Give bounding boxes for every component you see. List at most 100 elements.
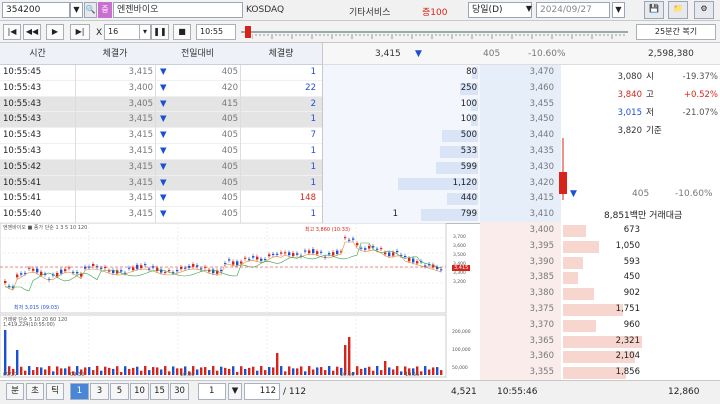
bid-qty[interactable]: 1,050 — [600, 239, 640, 255]
gear-icon[interactable]: ⚙ — [694, 1, 714, 19]
volume-bar — [168, 371, 171, 375]
ask-price[interactable]: 3,455 — [482, 97, 554, 113]
tick-change: 420 — [221, 82, 238, 93]
bid-qty[interactable]: 450 — [600, 270, 640, 286]
tab-second[interactable]: 초 — [26, 383, 44, 400]
table-row[interactable]: 10:55:45 3,415 ▼ 405 1 — [0, 65, 322, 81]
bid-price[interactable]: 3,375 — [482, 302, 554, 318]
price-candle — [252, 256, 255, 258]
folder-icon[interactable]: 📁 — [668, 1, 688, 19]
interval-15-button[interactable]: 15 — [150, 383, 169, 400]
table-row[interactable]: 10:55:41 3,415 ▼ 405 148 — [0, 191, 322, 208]
forward-icon[interactable]: ▶ — [46, 24, 64, 40]
interval-3-button[interactable]: 3 — [90, 383, 109, 400]
ask-qty[interactable]: 533 — [420, 144, 477, 160]
ask-price[interactable]: 3,440 — [482, 128, 554, 144]
price-candle — [336, 250, 339, 254]
table-row[interactable]: 10:55:41 3,415 ▼ 405 1 — [0, 175, 322, 192]
bid-qty[interactable]: 673 — [600, 223, 640, 239]
price-chart[interactable] — [0, 223, 480, 380]
ask-qty[interactable]: 80 — [420, 65, 477, 81]
tab-tick[interactable]: 틱 — [46, 383, 64, 400]
bid-qty[interactable]: 2,321 — [600, 334, 640, 350]
ask-qty[interactable]: 100 — [420, 97, 477, 113]
bid-price[interactable]: 3,365 — [482, 334, 554, 350]
stock-name: 엔젠바이오 — [113, 2, 243, 18]
bid-qty[interactable]: 902 — [600, 286, 640, 302]
pause-icon[interactable]: ❚❚ — [151, 24, 169, 40]
ask-qty[interactable]: 599 — [420, 160, 477, 176]
table-row[interactable]: 10:55:42 3,415 ▼ 405 1 — [0, 159, 322, 176]
price-candle — [60, 269, 63, 274]
time-input[interactable]: 10:55 — [196, 24, 236, 40]
bid-price[interactable]: 3,370 — [482, 318, 554, 334]
ask-price[interactable]: 3,420 — [482, 176, 554, 192]
table-row[interactable]: 10:55:43 3,415 ▼ 405 1 — [0, 144, 322, 160]
ask-qty[interactable]: 440 — [420, 191, 477, 207]
multiplier-dropdown-icon[interactable]: ▾ — [140, 24, 151, 40]
price-candle — [236, 261, 239, 266]
multiplier-select[interactable]: 16 — [104, 24, 140, 40]
interval-5-button[interactable]: 5 — [110, 383, 129, 400]
interval-10-button[interactable]: 10 — [130, 383, 149, 400]
ask-price[interactable]: 3,470 — [482, 65, 554, 81]
timeline-handle[interactable] — [245, 26, 251, 38]
ask-qty[interactable]: 500 — [420, 128, 477, 144]
table-row[interactable]: 10:55:43 3,415 ▼ 405 7 — [0, 128, 322, 145]
bid-qty[interactable]: 1,856 — [600, 365, 640, 381]
bid-qty[interactable]: 960 — [600, 318, 640, 334]
bid-price[interactable]: 3,395 — [482, 239, 554, 255]
interval-dropdown-icon[interactable]: ▼ — [228, 383, 242, 400]
ask-price[interactable]: 3,410 — [482, 207, 554, 223]
interval-input[interactable]: 1 — [198, 383, 226, 400]
bid-price[interactable]: 3,355 — [482, 365, 554, 381]
price-tick-label: 3,500 — [453, 253, 466, 258]
tick-change: 415 — [221, 98, 238, 109]
page-input[interactable]: 112 — [244, 383, 280, 400]
ask-qty[interactable]: 799 — [420, 207, 477, 223]
date-field[interactable]: 2024/09/27 — [536, 2, 610, 18]
bid-qty[interactable]: 2,104 — [600, 349, 640, 365]
bid-price[interactable]: 3,360 — [482, 349, 554, 365]
table-row[interactable]: 10:55:43 3,405 ▼ 415 2 — [0, 96, 322, 113]
volume-bar — [212, 366, 215, 375]
table-row[interactable]: 10:55:43 3,415 ▼ 405 1 — [0, 112, 322, 129]
date-picker-icon[interactable]: ▼ — [612, 2, 625, 18]
volume-bar — [420, 371, 423, 375]
table-row[interactable]: 10:55:40 3,415 ▼ 405 1 — [0, 207, 322, 224]
bid-price[interactable]: 3,390 — [482, 255, 554, 271]
price-candle — [92, 264, 95, 266]
code-dropdown-icon[interactable]: ▼ — [70, 2, 83, 18]
period-dropdown-icon[interactable]: ▼ — [524, 2, 534, 18]
interval-1-button[interactable]: 1 — [70, 383, 89, 400]
interval-30-button[interactable]: 30 — [170, 383, 189, 400]
ask-qty[interactable]: 100 — [420, 112, 477, 128]
ask-price[interactable]: 3,460 — [482, 81, 554, 97]
last-icon[interactable]: ▶| — [70, 24, 90, 40]
stock-code-input[interactable]: 354200 — [2, 2, 70, 18]
rewind-icon[interactable]: ◀◀ — [23, 24, 41, 40]
tick-time: 10:55:43 — [3, 146, 42, 156]
ask-price[interactable]: 3,450 — [482, 112, 554, 128]
bid-qty[interactable]: 593 — [600, 255, 640, 271]
search-icon[interactable]: 🔍 — [84, 2, 97, 18]
bid-price[interactable]: 3,400 — [482, 223, 554, 239]
ask-qty[interactable]: 250 — [420, 81, 477, 97]
ask-price[interactable]: 3,430 — [482, 160, 554, 176]
bid-qty[interactable]: 1,751 — [600, 302, 640, 318]
first-icon[interactable]: |◀ — [3, 24, 21, 40]
timeline-track[interactable] — [241, 31, 628, 33]
ask-price[interactable]: 3,415 — [482, 191, 554, 207]
price-candle — [220, 269, 223, 272]
bid-price[interactable]: 3,380 — [482, 286, 554, 302]
save-icon[interactable]: 💾 — [644, 1, 664, 19]
bid-price[interactable]: 3,385 — [482, 270, 554, 286]
table-row[interactable]: 10:55:43 3,400 ▼ 420 22 — [0, 80, 322, 97]
period-select[interactable]: 당일(D) — [468, 2, 532, 18]
tab-minute[interactable]: 분 — [6, 383, 24, 400]
ask-qty[interactable]: 1,120 — [420, 176, 477, 192]
restore-input[interactable]: 25분간 복기 — [636, 24, 716, 40]
ask-price[interactable]: 3,435 — [482, 144, 554, 160]
stop-icon[interactable]: ■ — [173, 24, 191, 40]
tick-table-body[interactable]: 10:55:45 3,415 ▼ 405 1 10:55:43 3,400 ▼ 420 22 10:… — [0, 65, 322, 224]
